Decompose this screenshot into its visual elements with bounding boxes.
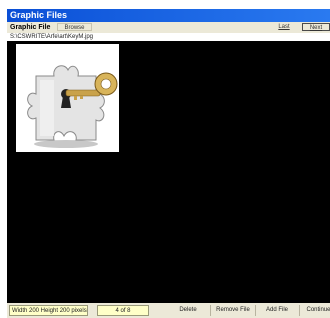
continue-button[interactable]: Continue xyxy=(300,305,330,316)
last-button[interactable]: Last xyxy=(273,23,295,31)
remove-file-button[interactable]: Remove File xyxy=(212,305,254,316)
window-title: Graphic Files xyxy=(10,10,68,20)
delete-button[interactable]: Delete xyxy=(167,305,209,316)
file-counter: 4 of 8 xyxy=(97,305,149,316)
file-path-text: S:\CSWRITE\Arfe\art\KeyM.jpg xyxy=(10,34,94,40)
add-file-button[interactable]: Add File xyxy=(256,305,298,316)
image-thumbnail xyxy=(16,44,119,152)
status-bar: Width 200 Height 200 pixels 4 of 8 Delet… xyxy=(7,303,330,318)
divider xyxy=(210,305,211,316)
image-preview-area xyxy=(7,41,330,303)
browse-button[interactable]: Browse xyxy=(57,23,92,31)
graphic-file-label: Graphic File xyxy=(10,24,51,31)
puzzle-key-icon xyxy=(27,65,118,148)
toolbar: Graphic File Browse Last Next xyxy=(7,22,330,33)
window-title-bar: Graphic Files xyxy=(7,9,330,22)
file-path-field[interactable]: S:\CSWRITE\Arfe\art\KeyM.jpg xyxy=(7,33,330,41)
image-dimensions: Width 200 Height 200 pixels xyxy=(9,305,88,316)
next-button[interactable]: Next xyxy=(302,23,330,31)
